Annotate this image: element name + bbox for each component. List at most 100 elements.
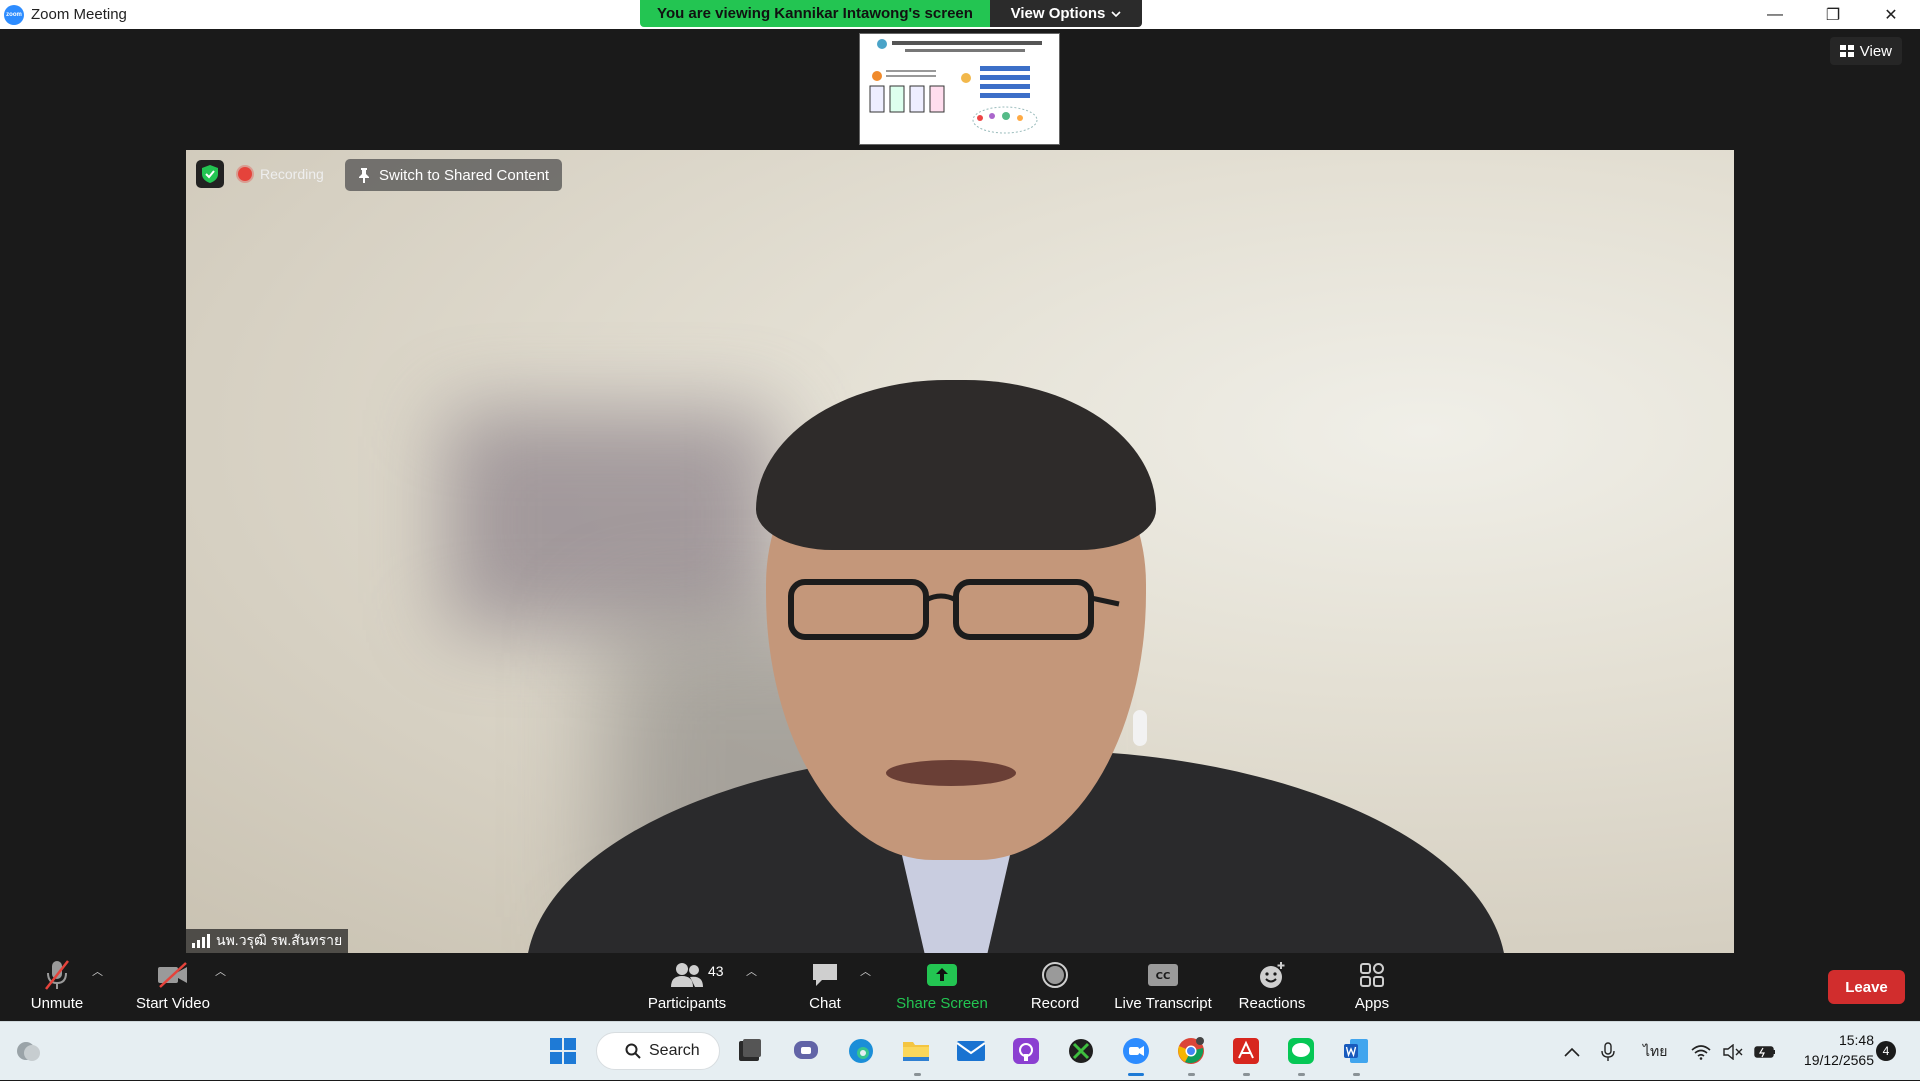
share-banner: You are viewing Kannikar Intawong's scre…: [640, 0, 1142, 27]
leave-button[interactable]: Leave: [1828, 970, 1905, 1004]
view-button[interactable]: View: [1829, 37, 1902, 65]
recording-indicator[interactable]: Recording: [238, 160, 324, 188]
apps-button[interactable]: Apps: [1350, 957, 1394, 1019]
teams-chat-icon[interactable]: [790, 1035, 822, 1067]
show-hidden-icons-chevron-icon[interactable]: [1564, 1022, 1580, 1081]
share-screen-arrow-icon: [927, 964, 957, 986]
audio-options-caret-icon[interactable]: ︿: [92, 963, 103, 979]
background-blur-left: [446, 410, 776, 630]
battery-icon[interactable]: [1754, 1022, 1776, 1081]
file-explorer-running-indicator: [914, 1073, 921, 1076]
record-label: Record: [1030, 995, 1080, 1012]
reactions-smiley-icon: [1260, 962, 1285, 988]
line-app-icon[interactable]: [1285, 1035, 1317, 1067]
search-icon: [625, 1043, 641, 1059]
live-transcript-label: Live Transcript: [1114, 995, 1212, 1012]
wifi-icon[interactable]: [1691, 1022, 1711, 1081]
participants-caret-icon[interactable]: ︿: [746, 963, 757, 979]
system-clock[interactable]: 15:48 19/12/2565: [1782, 1030, 1874, 1070]
weather-widget-icon[interactable]: [12, 1035, 44, 1067]
search-label: Search: [649, 1042, 700, 1059]
pin-icon: [359, 168, 369, 183]
view-label: View: [1859, 42, 1892, 60]
clock-date: 19/12/2565: [1803, 1052, 1874, 1068]
switch-to-shared-content-button[interactable]: Switch to Shared Content: [345, 159, 563, 191]
microphone-muted-icon: [45, 960, 69, 990]
participant-name-tag: นพ.วรุฒิ รพ.สันทราย: [186, 929, 349, 953]
clock-time: 15:48: [1838, 1032, 1874, 1048]
apps-label: Apps: [1354, 995, 1390, 1012]
closed-caption-icon: CC: [1148, 964, 1178, 986]
zoom-active-indicator: [1128, 1073, 1144, 1076]
speaker-mouth: [886, 760, 1016, 786]
share-screen-label: Share Screen: [896, 995, 988, 1012]
acrobat-running-indicator: [1243, 1073, 1250, 1076]
zoom-logo-icon: zoom: [4, 4, 24, 25]
start-video-label: Start Video: [136, 995, 210, 1012]
taskbar-search-box[interactable]: Search: [596, 1032, 720, 1070]
slide-preview: [860, 34, 1059, 144]
viewing-screen-label: You are viewing Kannikar Intawong's scre…: [640, 0, 990, 27]
word-icon[interactable]: [1340, 1035, 1372, 1067]
chat-bubble-icon: [813, 964, 837, 986]
signal-bars-icon: [192, 934, 210, 948]
meeting-area: View Recording Switch to Shared Content: [0, 29, 1920, 953]
reactions-button[interactable]: Reactions: [1237, 957, 1307, 1019]
restore-button[interactable]: ❐: [1804, 0, 1862, 29]
line-running-indicator: [1298, 1073, 1305, 1076]
windows-taskbar: Search ไทย 15:48 19/12/2565 4: [0, 1021, 1920, 1080]
participants-icon: [671, 963, 703, 987]
recording-label: Recording: [260, 166, 324, 182]
share-screen-button[interactable]: Share Screen: [896, 957, 988, 1019]
live-transcript-button[interactable]: CC Live Transcript: [1113, 957, 1213, 1019]
security-shield-icon[interactable]: [196, 160, 224, 188]
zoom-app-icon[interactable]: [1120, 1035, 1152, 1067]
view-options-label: View Options: [1010, 5, 1106, 22]
notification-badge[interactable]: 4: [1876, 1041, 1896, 1061]
record-button[interactable]: Record: [1028, 957, 1082, 1019]
word-running-indicator: [1353, 1073, 1360, 1076]
switch-label: Switch to Shared Content: [379, 166, 550, 184]
tray-microphone-icon[interactable]: [1601, 1022, 1615, 1081]
xbox-icon[interactable]: [1065, 1035, 1097, 1067]
acrobat-icon[interactable]: [1230, 1035, 1262, 1067]
grid-view-icon: [1839, 45, 1854, 57]
view-options-button[interactable]: View Options: [990, 0, 1142, 27]
meeting-toolbar: Unmute ︿ Start Video ︿ Participants 43 ︿…: [0, 953, 1920, 1021]
window-title: Zoom Meeting: [31, 6, 127, 23]
chevron-down-icon: [1111, 10, 1121, 17]
apps-icon: [1360, 963, 1384, 987]
edge-browser-icon[interactable]: [845, 1035, 877, 1067]
unmute-button[interactable]: Unmute: [26, 957, 88, 1019]
minimize-button[interactable]: —: [1746, 0, 1804, 29]
cc-text: CC: [1156, 971, 1171, 982]
chat-label: Chat: [809, 995, 841, 1012]
podcast-app-icon[interactable]: [1010, 1035, 1042, 1067]
participant-name: นพ.วรุฒิ รพ.สันทราย: [216, 932, 343, 948]
video-camera-off-icon: [158, 962, 187, 988]
start-video-button[interactable]: Start Video: [130, 957, 216, 1019]
chat-caret-icon[interactable]: ︿: [860, 963, 871, 979]
mail-icon[interactable]: [955, 1035, 987, 1067]
shared-screen-thumbnail[interactable]: [859, 33, 1060, 145]
speaker-hair: [756, 380, 1156, 550]
windows-start-icon[interactable]: [547, 1035, 579, 1067]
recording-dot-icon: [238, 167, 252, 181]
volume-muted-icon[interactable]: [1723, 1022, 1743, 1081]
file-explorer-icon[interactable]: [900, 1035, 932, 1067]
title-bar: zoom Zoom Meeting You are viewing Kannik…: [0, 0, 1920, 29]
chat-button[interactable]: Chat: [800, 957, 850, 1019]
video-options-caret-icon[interactable]: ︿: [215, 963, 226, 979]
task-view-icon[interactable]: [733, 1035, 765, 1067]
reactions-label: Reactions: [1238, 995, 1306, 1012]
unmute-label: Unmute: [30, 995, 84, 1012]
window-controls: — ❐ ✕: [1746, 0, 1920, 29]
participants-label: Participants: [647, 995, 727, 1012]
close-button[interactable]: ✕: [1862, 0, 1920, 29]
chrome-icon[interactable]: [1175, 1035, 1207, 1067]
participants-count: 43: [708, 963, 724, 979]
record-icon: [1042, 962, 1068, 988]
earbud: [1133, 710, 1147, 746]
input-language-indicator[interactable]: ไทย: [1643, 1022, 1667, 1081]
chrome-running-indicator: [1188, 1073, 1195, 1076]
